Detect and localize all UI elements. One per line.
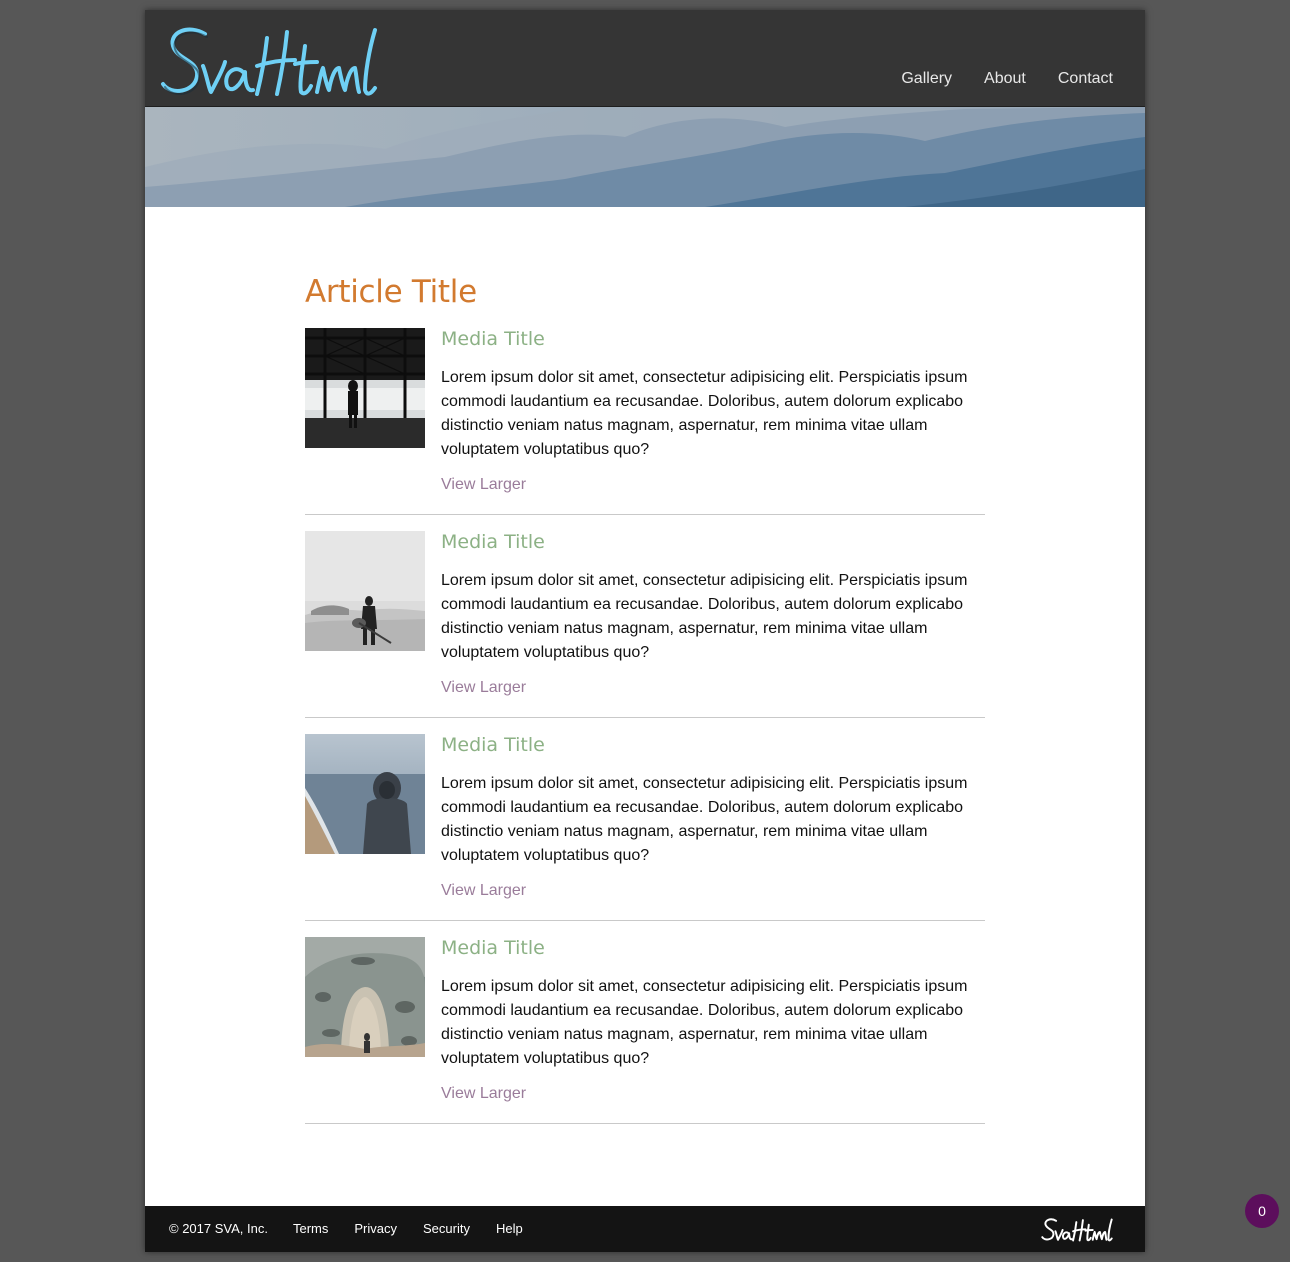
footer-privacy-link[interactable]: Privacy [354, 1221, 397, 1236]
media-title: Media Title [441, 328, 545, 350]
copyright-text: © 2017 SVA, Inc. [169, 1221, 268, 1236]
footer-help-link[interactable]: Help [496, 1221, 523, 1236]
media-body: Media Title Lorem ipsum dolor sit amet, … [441, 328, 981, 494]
view-larger-link[interactable]: View Larger [441, 476, 526, 494]
nav-contact-link[interactable]: Contact [1058, 70, 1113, 88]
notification-badge[interactable]: 0 [1245, 1194, 1279, 1228]
media-thumbnail-rock-arch[interactable] [305, 937, 425, 1057]
hero-banner-image [145, 107, 1145, 207]
media-title: Media Title [441, 531, 545, 553]
media-thumbnail-hooded-person-by-sea[interactable] [305, 734, 425, 854]
page-container: Gallery About Contact Article Title Medi… [145, 10, 1145, 1252]
media-description: Lorem ipsum dolor sit amet, consectetur … [441, 978, 968, 1067]
footer-logo-script [1041, 1218, 1113, 1242]
media-description: Lorem ipsum dolor sit amet, consectetur … [441, 572, 968, 661]
article-title: Article Title [305, 274, 477, 310]
media-thumbnail-man-in-hangar[interactable] [305, 328, 425, 448]
media-item: Media Title Lorem ipsum dolor sit amet, … [305, 937, 985, 1124]
footer-logo[interactable] [1041, 1214, 1113, 1249]
footer-nav: Terms Privacy Security Help [293, 1221, 523, 1236]
media-body: Media Title Lorem ipsum dolor sit amet, … [441, 734, 981, 900]
article-content: Article Title Media Title Lorem ipsum do… [305, 272, 985, 1140]
media-item: Media Title Lorem ipsum dolor sit amet, … [305, 531, 985, 718]
media-body: Media Title Lorem ipsum dolor sit amet, … [441, 937, 981, 1103]
media-item: Media Title Lorem ipsum dolor sit amet, … [305, 734, 985, 921]
view-larger-link[interactable]: View Larger [441, 1085, 526, 1103]
footer-terms-link[interactable]: Terms [293, 1221, 328, 1236]
view-larger-link[interactable]: View Larger [441, 882, 526, 900]
media-description: Lorem ipsum dolor sit amet, consectetur … [441, 369, 968, 458]
view-larger-link[interactable]: View Larger [441, 679, 526, 697]
media-title: Media Title [441, 734, 545, 756]
media-title: Media Title [441, 937, 545, 959]
media-description: Lorem ipsum dolor sit amet, consectetur … [441, 775, 968, 864]
nav-about-link[interactable]: About [984, 70, 1026, 88]
site-footer: © 2017 SVA, Inc. Terms Privacy Security … [145, 1206, 1145, 1252]
nav-gallery-link[interactable]: Gallery [901, 70, 952, 88]
media-thumbnail-guitarist-on-beach[interactable] [305, 531, 425, 651]
site-header: Gallery About Contact [145, 10, 1145, 107]
media-body: Media Title Lorem ipsum dolor sit amet, … [441, 531, 981, 697]
media-list: Media Title Lorem ipsum dolor sit amet, … [305, 328, 985, 1124]
site-logo-script [161, 27, 377, 96]
site-logo[interactable] [159, 16, 379, 102]
main-nav: Gallery About Contact [901, 70, 1113, 88]
footer-security-link[interactable]: Security [423, 1221, 470, 1236]
media-item: Media Title Lorem ipsum dolor sit amet, … [305, 328, 985, 515]
